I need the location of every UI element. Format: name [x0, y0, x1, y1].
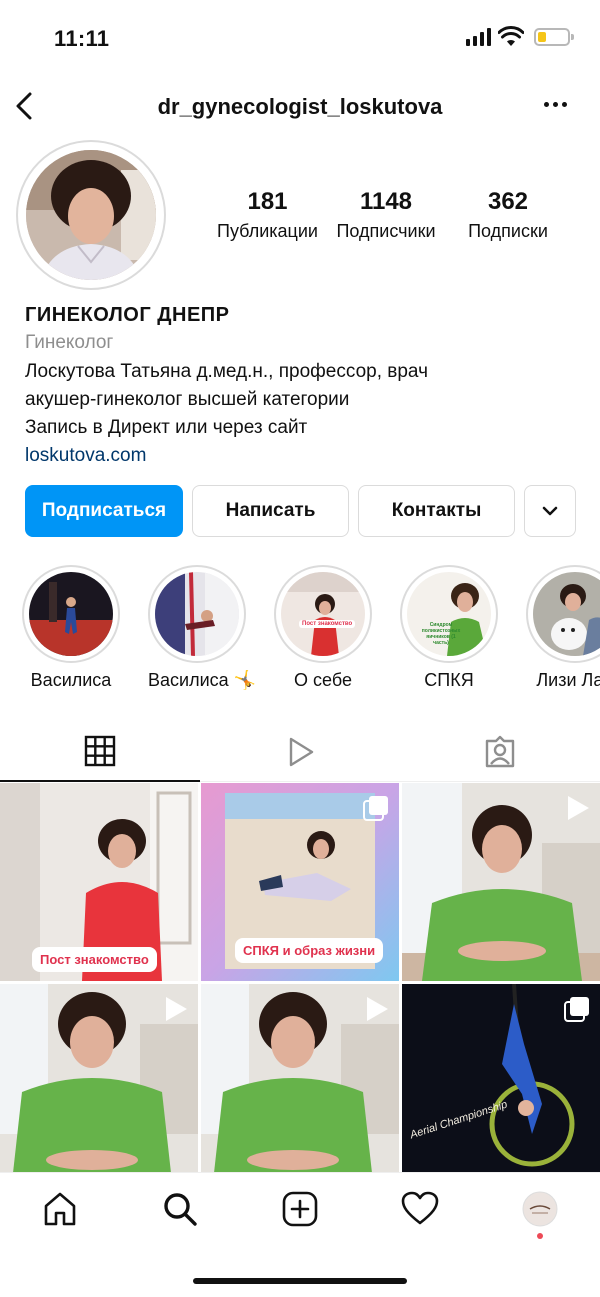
profile-actions: Подписаться Написать Контакты	[25, 485, 576, 537]
highlight-thumbnail	[155, 572, 239, 656]
profile-name: ГИНЕКОЛОГ ДНЕПР	[25, 304, 230, 326]
nav-search[interactable]	[160, 1189, 200, 1229]
profile-bio: ГИНЕКОЛОГ ДНЕПР Гинеколог Лоскутова Тать…	[25, 302, 585, 470]
battery-icon	[534, 28, 574, 46]
highlight-label: О себе	[294, 670, 352, 690]
tab-grid[interactable]	[0, 722, 200, 782]
profile-header: dr_gynecologist_loskutova	[0, 80, 600, 134]
bio-line: Лоскутова Татьяна д.мед.н., профессор, в…	[25, 361, 428, 382]
profile-stats: 181 Публикации 1148 Подписчики 362 Подпи…	[205, 186, 575, 244]
reels-play-icon	[289, 737, 314, 767]
bio-line: акушер-гинеколог высшей категории	[25, 389, 350, 410]
post-thumbnail[interactable]: Пост знакомство	[0, 783, 198, 981]
stat-followers[interactable]: 1148 Подписчики	[330, 186, 442, 244]
bottom-navigation	[0, 1172, 600, 1244]
highlight-item[interactable]: Лизи Лаб	[526, 565, 600, 691]
grid-icon	[84, 735, 116, 767]
post-thumbnail[interactable]: СПКЯ и образ жизни	[201, 783, 399, 981]
tab-tagged[interactable]	[400, 722, 600, 782]
stat-value: 362	[487, 188, 529, 215]
highlight-item[interactable]: Василиса	[22, 565, 120, 691]
carousel-icon	[363, 796, 388, 821]
home-indicator[interactable]	[193, 1278, 407, 1284]
highlight-thumbnail: Пост знакомство	[281, 572, 365, 656]
post-caption: СПКЯ и образ жизни	[235, 938, 384, 963]
post-caption: Пост знакомство	[32, 947, 157, 972]
post-thumbnail[interactable]	[201, 984, 399, 1182]
story-highlights: Василиса Василиса 🤸 Пост знакомство О се…	[0, 565, 600, 695]
stat-label: Подписки	[468, 221, 548, 241]
highlight-item[interactable]: Василиса 🤸	[148, 565, 257, 691]
notification-dot	[537, 1233, 543, 1239]
reel-play-icon	[166, 997, 187, 1021]
stat-posts[interactable]: 181 Публикации	[205, 186, 330, 244]
search-icon	[164, 1193, 197, 1226]
heart-icon	[401, 1191, 439, 1225]
highlight-item[interactable]: Синдром поликистозных яичников (1 часть)…	[400, 565, 498, 691]
nav-home[interactable]	[40, 1189, 80, 1229]
profile-avatar-icon	[522, 1191, 558, 1227]
carousel-icon	[564, 997, 589, 1022]
profile-avatar[interactable]	[16, 140, 166, 290]
stat-value: 181	[247, 188, 288, 215]
highlight-thumbnail	[533, 572, 600, 656]
stat-label: Публикации	[217, 221, 318, 241]
highlight-overlay-text: Пост знакомство	[299, 620, 356, 628]
stat-label: Подписчики	[336, 221, 436, 241]
chevron-down-icon	[542, 506, 558, 516]
nav-profile[interactable]	[520, 1189, 560, 1229]
suggested-dropdown-button[interactable]	[524, 485, 576, 537]
profile-category: Гинеколог	[25, 332, 114, 353]
status-time: 11:11	[54, 26, 110, 51]
tagged-person-icon	[485, 735, 515, 768]
wifi-icon	[498, 26, 524, 46]
stat-following[interactable]: 362 Подписки	[442, 186, 574, 244]
home-icon	[44, 1192, 76, 1226]
highlight-thumbnail: Синдром поликистозных яичников (1 часть)	[407, 572, 491, 656]
highlight-item[interactable]: Пост знакомство О себе	[274, 565, 372, 691]
nav-new-post[interactable]	[280, 1189, 320, 1229]
nav-activity[interactable]	[400, 1189, 440, 1229]
profile-username: dr_gynecologist_loskutova	[157, 94, 443, 119]
bio-line: Запись в Директ или через сайт	[25, 417, 308, 438]
cellular-signal-icon	[466, 28, 491, 46]
contacts-button[interactable]: Контакты	[358, 485, 515, 537]
avatar	[26, 150, 156, 280]
add-post-icon	[282, 1191, 318, 1227]
highlight-label: Василиса 🤸	[148, 670, 257, 690]
post-thumbnail[interactable]	[0, 984, 198, 1182]
post-thumbnail[interactable]: Aerial Championship	[402, 984, 600, 1182]
follow-button[interactable]: Подписаться	[25, 485, 183, 537]
reel-play-icon	[568, 796, 589, 820]
message-button[interactable]: Написать	[192, 485, 349, 537]
more-options-icon[interactable]	[544, 102, 567, 107]
highlight-label: Василиса	[30, 670, 112, 690]
website-link[interactable]: loskutova.com	[25, 442, 585, 470]
reel-play-icon	[367, 997, 388, 1021]
highlight-overlay-text: Синдром поликистозных яичников (1 часть)	[421, 622, 461, 646]
profile-tabs	[0, 722, 600, 782]
stat-value: 1148	[359, 188, 413, 215]
posts-grid: Пост знакомство СПКЯ и образ жизни Aeria…	[0, 783, 600, 1182]
highlight-label: Лизи Лаб	[536, 670, 600, 690]
status-bar: 11:11	[0, 0, 600, 78]
highlight-label: СПКЯ	[424, 670, 474, 690]
post-thumbnail[interactable]	[402, 783, 600, 981]
highlight-thumbnail	[29, 572, 113, 656]
tab-reels[interactable]	[200, 722, 400, 782]
